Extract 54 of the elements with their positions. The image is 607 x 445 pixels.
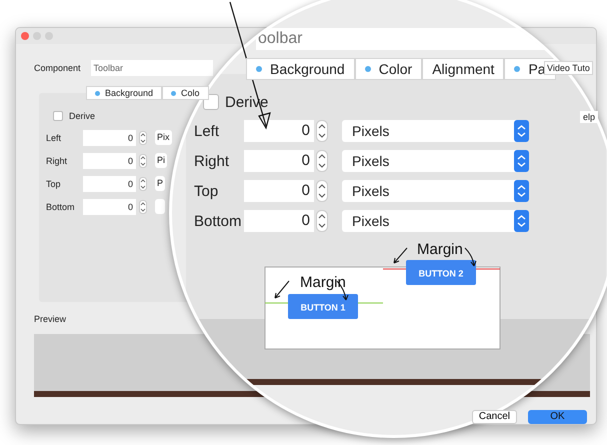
margin-label: Bottom [46, 202, 76, 212]
component-label: Component [34, 63, 81, 73]
tab[interactable]: Colo [162, 86, 209, 100]
margin-label: Top [46, 178, 62, 188]
stepper-icon[interactable] [139, 176, 147, 190]
dialog-button[interactable]: Cancel [472, 410, 517, 424]
tab[interactable]: Alignment [422, 58, 504, 80]
dialog-button[interactable]: OK [528, 410, 587, 424]
derive-checkbox[interactable] [53, 111, 63, 121]
tab[interactable]: Background [86, 86, 162, 100]
preview-label: Preview [34, 314, 68, 326]
unit-dropdown[interactable]: Pi [155, 153, 168, 168]
margin-label: Right [194, 152, 230, 170]
margin-label: Margin [300, 274, 346, 291]
component-field[interactable]: Toolbar [90, 60, 213, 76]
unit-dropdown[interactable]: P [155, 176, 166, 191]
stepper-icon[interactable] [139, 154, 147, 168]
help-button[interactable]: elp [580, 111, 598, 123]
stepper-icon[interactable] [316, 120, 328, 142]
stepper-icon[interactable] [316, 180, 328, 202]
margin-field[interactable]: 0 [83, 130, 136, 146]
margin-field[interactable]: 0 [244, 180, 314, 202]
unit-dropdown[interactable]: Pix [155, 130, 172, 145]
margin-field[interactable]: 0 [83, 198, 136, 214]
dropdown-arrows-icon [514, 180, 529, 202]
unit-dropdown[interactable]: Pixels [342, 210, 529, 232]
stepper-icon[interactable] [139, 200, 147, 214]
unit-dropdown[interactable]: Pixels [342, 180, 529, 202]
tab[interactable]: Color [354, 58, 422, 80]
derive-label: Derive [69, 111, 96, 121]
margin-label: Margin [417, 241, 463, 258]
margin-label: Bottom [194, 212, 243, 230]
tab[interactable]: Background [246, 58, 355, 80]
dropdown-arrows-icon [514, 150, 529, 172]
margin-label: Left [194, 122, 220, 140]
leader-arrow [464, 248, 476, 266]
leader-arrow [394, 248, 408, 264]
margin-field[interactable]: 0 [244, 210, 314, 232]
margin-label: Right [46, 156, 68, 166]
margin-field[interactable]: 0 [244, 150, 314, 172]
margin-field[interactable]: 0 [83, 176, 136, 192]
dropdown-arrows-icon [514, 210, 529, 232]
margin-field[interactable]: 0 [83, 152, 136, 168]
margin-label: Left [46, 132, 62, 142]
unit-dropdown[interactable]: Pixels [342, 120, 529, 142]
margin-field[interactable]: 0 [244, 120, 314, 142]
leader-arrow [274, 280, 290, 298]
margin-label: Top [194, 182, 220, 200]
dropdown-arrows-icon [514, 120, 529, 142]
stepper-icon[interactable] [139, 130, 147, 144]
stepper-icon[interactable] [316, 150, 328, 172]
tab[interactable]: Video Tuto [544, 61, 593, 75]
unit-dropdown[interactable]: Pixels [342, 150, 529, 172]
stepper-icon[interactable] [316, 210, 328, 232]
